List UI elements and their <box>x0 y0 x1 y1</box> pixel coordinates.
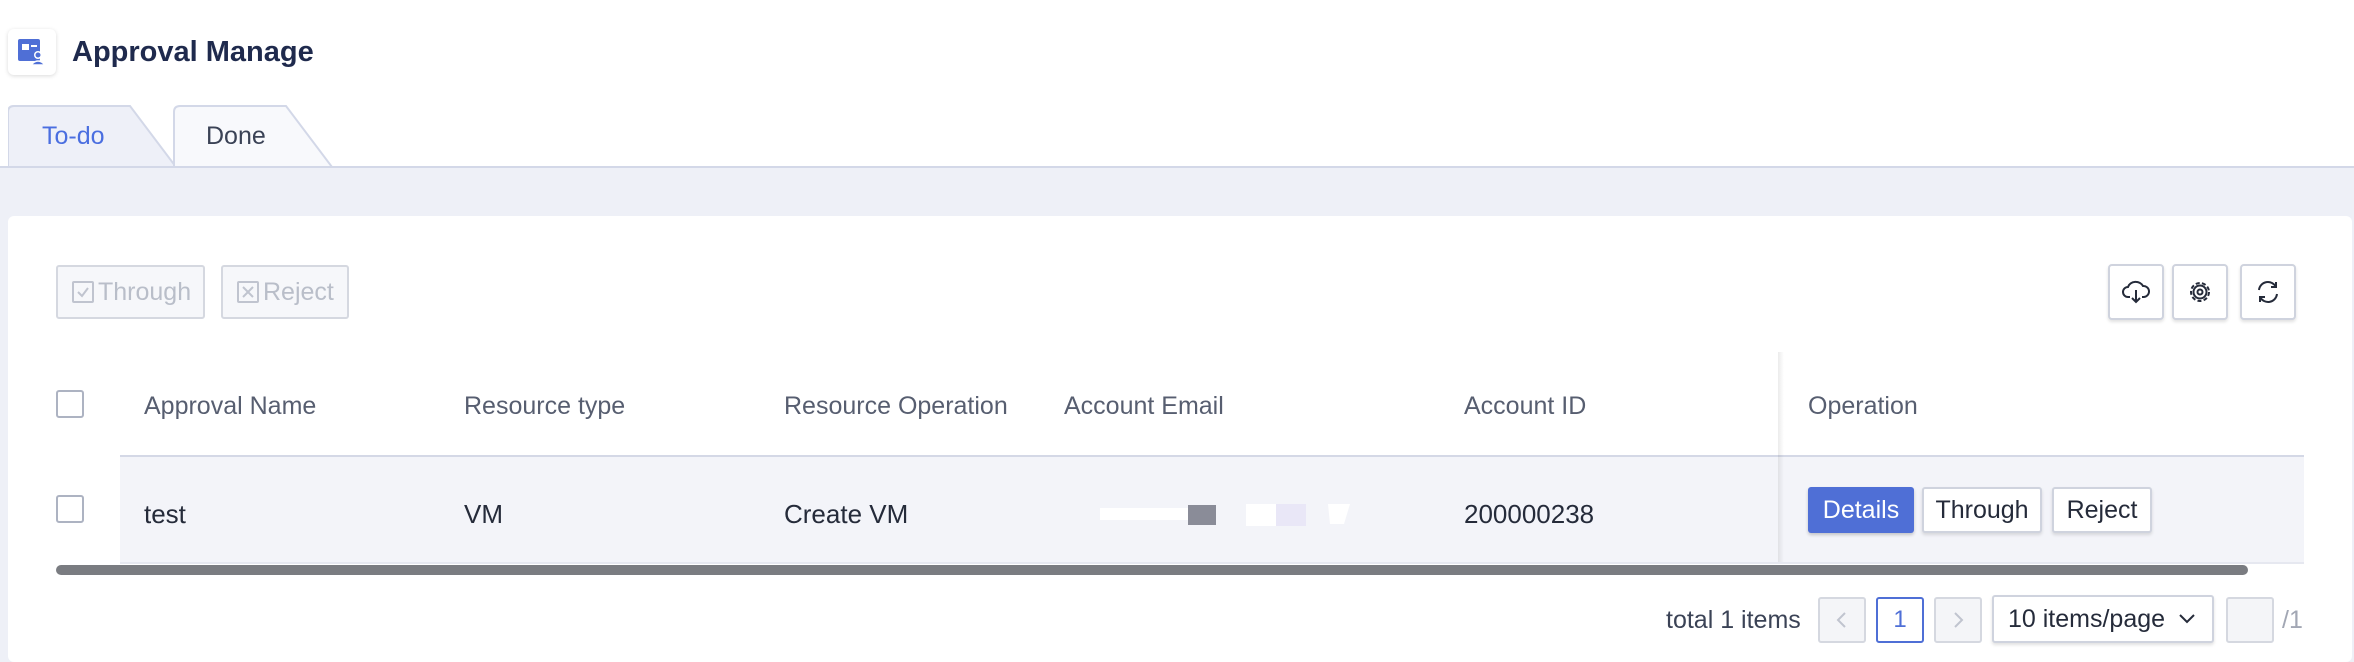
row-divider <box>120 562 2304 564</box>
reject-button[interactable]: Reject <box>2052 487 2152 533</box>
horizontal-scrollbar[interactable] <box>56 565 2248 575</box>
select-all-checkbox[interactable] <box>56 390 84 418</box>
chevron-down-icon <box>2179 614 2195 624</box>
check-square-icon <box>72 281 94 303</box>
table-settings-button[interactable] <box>2172 264 2228 320</box>
column-header-account-email: Account Email <box>1064 392 1224 420</box>
next-page-button[interactable] <box>1934 597 1982 643</box>
close-square-icon <box>237 281 259 303</box>
column-header-resource-type: Resource type <box>464 392 626 420</box>
tab-label: Done <box>206 122 266 150</box>
previous-page-button[interactable] <box>1818 597 1866 643</box>
refresh-icon <box>2258 281 2278 303</box>
fixed-column-shadow <box>1778 352 1784 564</box>
pagination-total: total 1 items <box>1666 606 1801 634</box>
refresh-button[interactable] <box>2240 264 2296 320</box>
cell-approval-name: test <box>144 499 186 529</box>
batch-through-button[interactable]: Through <box>56 265 205 319</box>
chevron-left-icon <box>1836 612 1846 628</box>
page-number-button[interactable]: 1 <box>1876 597 1924 643</box>
column-header-operation: Operation <box>1808 392 1918 420</box>
batch-reject-button[interactable]: Reject <box>221 265 349 319</box>
page-jump-input[interactable] <box>2226 597 2274 643</box>
column-header-account-id: Account ID <box>1464 392 1587 420</box>
column-header-approval-name: Approval Name <box>144 392 317 420</box>
cell-account-email-redacted <box>1100 502 1350 526</box>
details-button[interactable]: Details <box>1808 487 1914 533</box>
download-button[interactable] <box>2108 264 2164 320</box>
cell-resource-operation: Create VM <box>784 499 909 529</box>
chevron-right-icon <box>1954 612 1964 628</box>
tab-to-do[interactable]: To-do <box>8 104 178 168</box>
page-header: Approval Manage <box>0 0 2354 104</box>
page-size-select[interactable]: 10 items/page <box>1992 595 2214 643</box>
through-button[interactable]: Through <box>1922 487 2042 533</box>
page-count: /1 <box>2282 606 2303 634</box>
tab-label: To-do <box>42 122 105 150</box>
tab-bar: To-do Done <box>0 104 2354 168</box>
page-title: Approval Manage <box>72 36 314 68</box>
approval-app-icon <box>8 29 56 75</box>
cell-account-id: 200000238 <box>1464 499 1595 529</box>
page-size-value: 10 items/page <box>2008 604 2166 633</box>
column-header-resource-operation: Resource Operation <box>784 392 1008 420</box>
row-checkbox[interactable] <box>56 495 84 523</box>
settings-icon <box>2190 282 2210 302</box>
cell-resource-type: VM <box>464 499 503 529</box>
cloud-download-icon <box>2122 280 2150 304</box>
tab-done[interactable]: Done <box>172 104 334 168</box>
batch-reject-label: Reject <box>263 277 334 306</box>
batch-through-label: Through <box>98 277 192 306</box>
